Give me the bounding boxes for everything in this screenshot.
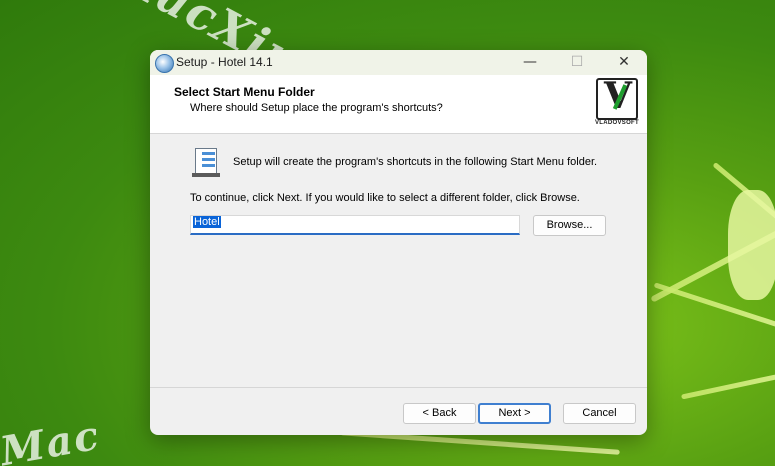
watermark-letters: Mac bbox=[0, 411, 104, 466]
page-subtitle: Where should Setup place the program's s… bbox=[190, 102, 443, 114]
wizard-header: Select Start Menu Folder Where should Se… bbox=[150, 75, 647, 134]
minimize-button[interactable]: — bbox=[507, 50, 553, 75]
wallpaper-bud bbox=[728, 190, 775, 300]
logo-frame: V bbox=[596, 76, 638, 120]
folder-icon-base bbox=[192, 173, 220, 177]
vladovsoft-logo: V VLADOVSOFT bbox=[594, 76, 639, 128]
folder-icon-sheet bbox=[195, 148, 217, 174]
title-bar[interactable]: Setup - Hotel 14.1 — ☐ ✕ bbox=[150, 50, 647, 75]
cancel-button[interactable]: Cancel bbox=[563, 403, 636, 424]
folder-icon-line bbox=[202, 158, 215, 161]
watermark-text-corner: Mac bbox=[0, 412, 104, 466]
folder-icon-line bbox=[202, 164, 215, 167]
wallpaper-branch bbox=[681, 365, 775, 400]
next-button[interactable]: Next > bbox=[478, 403, 551, 424]
back-button[interactable]: < Back bbox=[403, 403, 476, 424]
folder-icon-line bbox=[202, 152, 215, 155]
page-title: Select Start Menu Folder bbox=[174, 85, 315, 99]
footer-divider bbox=[150, 387, 647, 388]
maximize-icon: ☐ bbox=[570, 54, 584, 70]
setup-app-icon bbox=[155, 54, 174, 73]
minimize-icon: — bbox=[523, 54, 537, 70]
info-text: Setup will create the program's shortcut… bbox=[233, 156, 598, 168]
setup-dialog: Setup - Hotel 14.1 — ☐ ✕ Select Start Me… bbox=[150, 50, 647, 435]
start-menu-folder-input[interactable]: Hotel bbox=[190, 215, 520, 235]
logo-text: VLADOVSOFT bbox=[594, 120, 639, 126]
folder-input-value: Hotel bbox=[193, 216, 221, 228]
window-title: Setup - Hotel 14.1 bbox=[176, 55, 273, 69]
start-menu-folder-icon bbox=[192, 148, 220, 178]
close-button[interactable]: ✕ bbox=[601, 50, 647, 75]
browse-button[interactable]: Browse... bbox=[533, 215, 606, 236]
maximize-button[interactable]: ☐ bbox=[554, 50, 600, 75]
instruction-text: To continue, click Next. If you would li… bbox=[190, 192, 580, 204]
close-icon: ✕ bbox=[618, 54, 630, 70]
